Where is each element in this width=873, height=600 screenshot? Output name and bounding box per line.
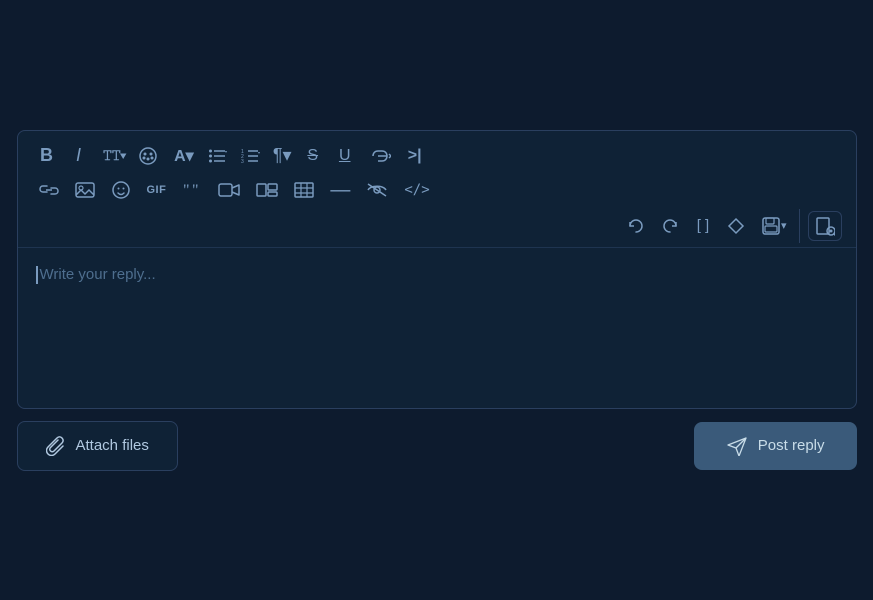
clear-format-button[interactable] <box>720 211 752 241</box>
gallery-icon <box>256 181 278 199</box>
brackets-button[interactable]: [ ] <box>688 211 718 241</box>
undo-button[interactable] <box>620 211 652 241</box>
editor-cursor <box>36 266 38 284</box>
color-palette-button[interactable] <box>131 141 165 171</box>
editor-container: B I 𝚃𝚃▾ <box>17 130 857 409</box>
strikethrough-button[interactable]: S <box>298 141 328 171</box>
toolbar-row-1: B I 𝚃𝚃▾ <box>32 141 842 171</box>
toolbar-panel-divider <box>799 209 800 243</box>
toolbar-panel-right: [ ] ▾ <box>620 209 842 243</box>
gif-button[interactable]: GIF <box>140 175 174 205</box>
save-button[interactable]: ▾ <box>754 211 791 241</box>
link-icon <box>39 180 59 200</box>
bullet-list-icon <box>207 147 227 165</box>
svg-text:": " <box>192 182 199 199</box>
save-icon <box>761 216 781 236</box>
quote-button[interactable]: " " <box>175 175 209 205</box>
svg-text:": " <box>183 182 190 199</box>
link-embed-icon <box>369 149 391 163</box>
italic-button[interactable]: I <box>64 141 94 171</box>
toolbar-row-2: GIF " " <box>32 175 842 205</box>
preview-panel[interactable] <box>808 211 842 241</box>
hidden-icon <box>366 182 388 198</box>
underline-button[interactable]: U <box>330 141 360 171</box>
text-color-button[interactable]: A▾ <box>167 141 198 171</box>
hr-button[interactable]: — <box>323 175 357 205</box>
image-icon <box>75 181 95 199</box>
link-button[interactable] <box>32 175 66 205</box>
editor-placeholder: Write your reply... <box>40 266 156 283</box>
video-icon <box>218 181 240 199</box>
image-button[interactable] <box>68 175 102 205</box>
more-button[interactable]: >| <box>400 141 430 171</box>
redo-button[interactable] <box>654 211 686 241</box>
post-reply-icon <box>726 436 748 456</box>
bullet-list-button[interactable] <box>200 141 231 171</box>
video-button[interactable] <box>211 175 247 205</box>
redo-icon <box>661 217 679 235</box>
emoji-icon <box>111 180 131 200</box>
attach-label: Attach files <box>76 437 149 454</box>
link-embed-button[interactable] <box>362 141 398 171</box>
toolbar-row-3: [ ] ▾ <box>32 209 842 243</box>
ordered-list-button[interactable]: 1 2 3 <box>233 141 264 171</box>
editor-area[interactable]: Write your reply... <box>18 248 856 408</box>
palette-icon <box>138 146 158 166</box>
emoji-button[interactable] <box>104 175 138 205</box>
preview-icon <box>815 216 835 236</box>
toolbar: B I 𝚃𝚃▾ <box>18 131 856 248</box>
hidden-button[interactable] <box>359 175 395 205</box>
ordered-list-icon: 1 2 3 <box>240 147 260 165</box>
post-reply-button[interactable]: Post reply <box>694 422 857 470</box>
table-icon <box>294 181 314 199</box>
footer-row: Attach files Post reply <box>17 421 857 471</box>
clear-format-icon <box>727 217 745 235</box>
font-size-button[interactable]: 𝚃𝚃▾ <box>96 141 130 171</box>
editor-wrapper: B I 𝚃𝚃▾ <box>17 130 857 471</box>
post-label: Post reply <box>758 437 825 454</box>
undo-icon <box>627 217 645 235</box>
paragraph-button[interactable]: ¶▾ <box>266 141 296 171</box>
code-button[interactable]: </> <box>397 175 436 205</box>
paperclip-icon <box>46 436 66 456</box>
table-button[interactable] <box>287 175 321 205</box>
svg-text:3: 3 <box>241 159 244 165</box>
gallery-button[interactable] <box>249 175 285 205</box>
quote-icon: " " <box>182 181 202 199</box>
bold-button[interactable]: B <box>32 141 62 171</box>
attach-files-button[interactable]: Attach files <box>17 421 178 471</box>
